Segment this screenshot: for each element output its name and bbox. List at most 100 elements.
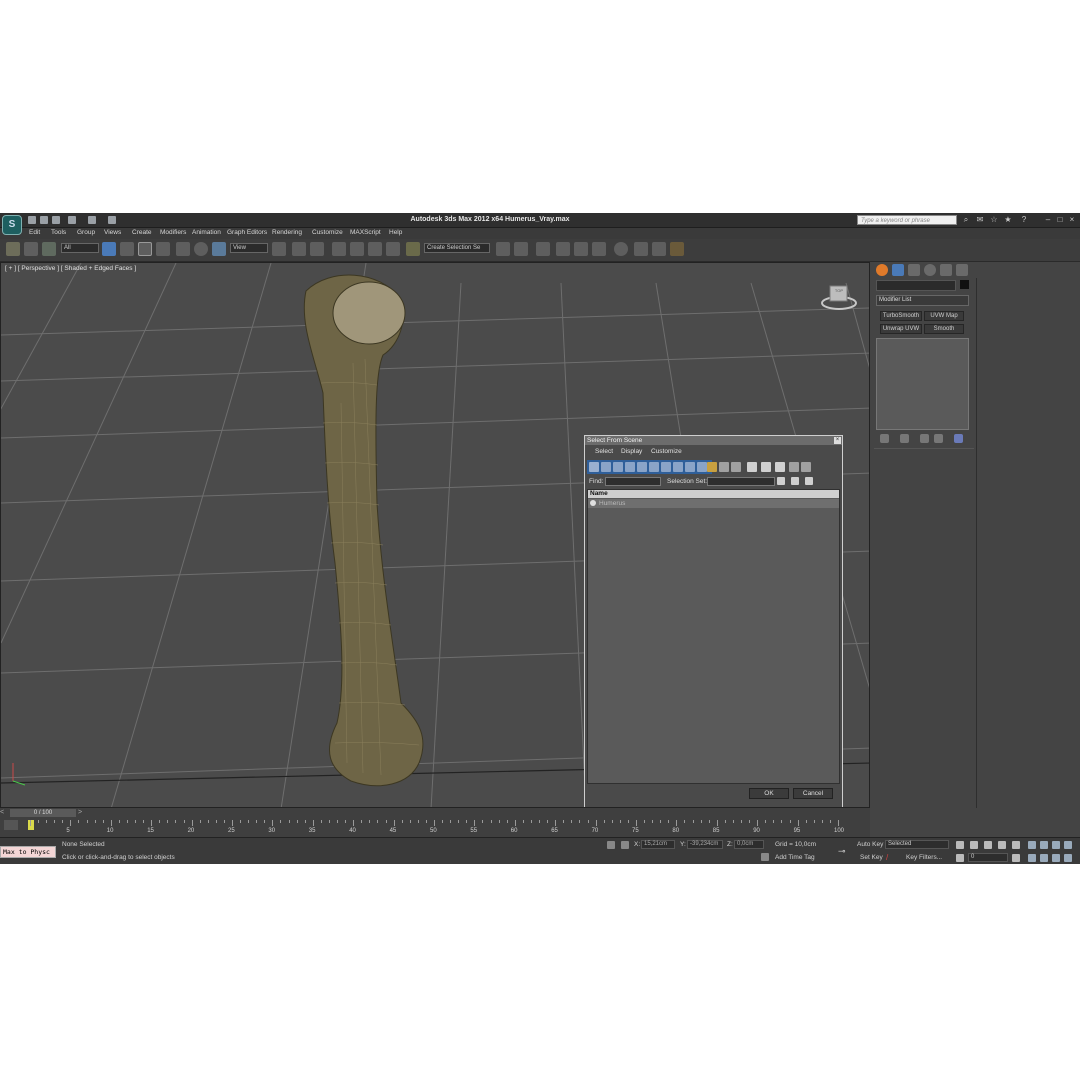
remove-modifier-icon[interactable]	[934, 434, 943, 443]
layer-manager-icon[interactable]	[536, 242, 550, 256]
search-icon[interactable]: ⌕	[962, 216, 970, 224]
set-key-button[interactable]: Set Key	[860, 854, 883, 861]
auto-key-button[interactable]: Auto Key	[857, 841, 883, 848]
utilities-tab-icon[interactable]	[956, 264, 968, 276]
maximize-icon[interactable]: □	[1056, 216, 1064, 224]
absolute-mode-icon[interactable]	[621, 841, 629, 849]
select-by-name-icon[interactable]	[120, 242, 134, 256]
sync-selection-icon[interactable]	[801, 462, 811, 472]
timeline-ruler[interactable]: 5 10 15 20 25 30 35 40 45 50 55 60 65 70 75 80 85 90 95 100	[0, 808, 870, 838]
dialog-close-button[interactable]: ×	[834, 437, 841, 444]
menu-group[interactable]: Group	[77, 229, 95, 236]
orbit-icon[interactable]	[1052, 854, 1060, 862]
key-icon[interactable]: ⊸	[838, 846, 846, 857]
set-keys-icon[interactable]: /	[886, 853, 896, 862]
menu-edit[interactable]: Edit	[29, 229, 40, 236]
display-shapes-icon[interactable]	[601, 462, 611, 472]
viewport-label[interactable]: [ + ] [ Perspective ] [ Shaded + Edged F…	[5, 265, 136, 272]
menu-tools[interactable]: Tools	[51, 229, 66, 236]
menu-graph-editors[interactable]: Graph Editors	[227, 229, 267, 236]
edit-named-selection-icon[interactable]	[406, 242, 420, 256]
x-coordinate[interactable]: 15,21cm	[641, 840, 675, 849]
graphite-modeling-icon[interactable]	[556, 242, 570, 256]
lock-selection-icon[interactable]	[607, 841, 615, 849]
snaps-toggle-icon[interactable]	[332, 242, 346, 256]
key-filters-button[interactable]: Key Filters...	[906, 854, 942, 861]
display-all-icon[interactable]	[707, 462, 717, 472]
display-none-icon[interactable]	[719, 462, 729, 472]
add-time-tag[interactable]: Add Time Tag	[775, 854, 815, 861]
zoom-icon[interactable]	[1028, 841, 1036, 849]
time-tag-icon[interactable]	[761, 853, 769, 861]
star-icon[interactable]: ★	[1004, 216, 1012, 224]
perspective-viewport[interactable]: [ + ] [ Perspective ] [ Shaded + Edged F…	[0, 262, 870, 808]
menu-maxscript[interactable]: MAXScript	[350, 229, 381, 236]
pin-stack-icon[interactable]	[880, 434, 889, 443]
render-production-icon[interactable]	[670, 242, 684, 256]
align-icon[interactable]	[514, 242, 528, 256]
named-selection-dropdown[interactable]: Create Selection Se	[424, 243, 490, 253]
object-name-field[interactable]	[876, 280, 956, 291]
display-space-warps-icon[interactable]	[649, 462, 659, 472]
mirror-icon[interactable]	[496, 242, 510, 256]
menu-rendering[interactable]: Rendering	[272, 229, 302, 236]
window-crossing-icon[interactable]	[156, 242, 170, 256]
uvw-map-button[interactable]: UVW Map	[924, 311, 964, 321]
use-pivot-point-icon[interactable]	[272, 242, 286, 256]
go-to-start-icon[interactable]	[956, 841, 964, 849]
open-file-icon[interactable]	[40, 216, 48, 224]
smooth-button[interactable]: Smooth	[924, 324, 964, 334]
current-frame-field[interactable]: 0	[968, 853, 1008, 862]
create-tab-icon[interactable]	[876, 264, 888, 276]
previous-frame-icon[interactable]	[970, 841, 978, 849]
display-geometry-icon[interactable]	[589, 462, 599, 472]
cancel-button[interactable]: Cancel	[793, 788, 833, 799]
play-icon[interactable]	[984, 841, 992, 849]
edit-set-icon[interactable]	[805, 477, 813, 485]
time-configuration-icon[interactable]	[1012, 854, 1020, 862]
save-file-icon[interactable]	[52, 216, 60, 224]
menu-modifiers[interactable]: Modifiers	[160, 229, 186, 236]
configure-modifier-sets-icon[interactable]	[954, 434, 963, 443]
close-icon[interactable]: ×	[1068, 216, 1076, 224]
rendered-frame-window-icon[interactable]	[652, 242, 666, 256]
select-object-icon[interactable]	[102, 242, 116, 256]
y-coordinate[interactable]: -39,234cm	[687, 840, 723, 849]
reference-coordinate-dropdown[interactable]: View	[230, 243, 268, 253]
bind-to-space-warp-icon[interactable]	[42, 242, 56, 256]
show-end-result-icon[interactable]	[900, 434, 909, 443]
z-coordinate[interactable]: 0,0cm	[734, 840, 764, 849]
filter-icon[interactable]	[789, 462, 799, 472]
delete-set-icon[interactable]	[791, 477, 799, 485]
zoom-all-icon[interactable]	[1040, 841, 1048, 849]
scale-icon[interactable]	[212, 242, 226, 256]
select-all-icon[interactable]	[747, 462, 757, 472]
select-none-icon[interactable]	[761, 462, 771, 472]
turbosmooth-button[interactable]: TurboSmooth	[880, 311, 922, 321]
display-helpers-icon[interactable]	[637, 462, 647, 472]
select-and-manipulate-icon[interactable]	[292, 242, 306, 256]
unlink-icon[interactable]	[24, 242, 38, 256]
display-containers-icon[interactable]	[697, 462, 707, 472]
make-unique-icon[interactable]	[920, 434, 929, 443]
percent-snap-icon[interactable]	[368, 242, 382, 256]
select-and-link-icon[interactable]	[6, 242, 20, 256]
key-mode-dropdown[interactable]: Selected	[885, 840, 949, 849]
render-setup-icon[interactable]	[634, 242, 648, 256]
unwrap-uvw-button[interactable]: Unwrap UVW	[880, 324, 922, 334]
redo-icon[interactable]	[88, 216, 96, 224]
display-lights-icon[interactable]	[613, 462, 623, 472]
select-invert-icon[interactable]	[775, 462, 785, 472]
spinner-snap-icon[interactable]	[386, 242, 400, 256]
modify-tab-icon[interactable]	[892, 264, 904, 276]
next-frame-icon[interactable]	[998, 841, 1006, 849]
dialog-menu-customize[interactable]: Customize	[651, 448, 682, 455]
display-invert-icon[interactable]	[731, 462, 741, 472]
rectangular-selection-icon[interactable]	[138, 242, 152, 256]
menu-views[interactable]: Views	[104, 229, 121, 236]
minimize-icon[interactable]: –	[1044, 216, 1052, 224]
pan-view-icon[interactable]	[1040, 854, 1048, 862]
dialog-menu-display[interactable]: Display	[621, 448, 642, 455]
create-set-icon[interactable]	[777, 477, 785, 485]
zoom-extents-all-icon[interactable]	[1064, 841, 1072, 849]
